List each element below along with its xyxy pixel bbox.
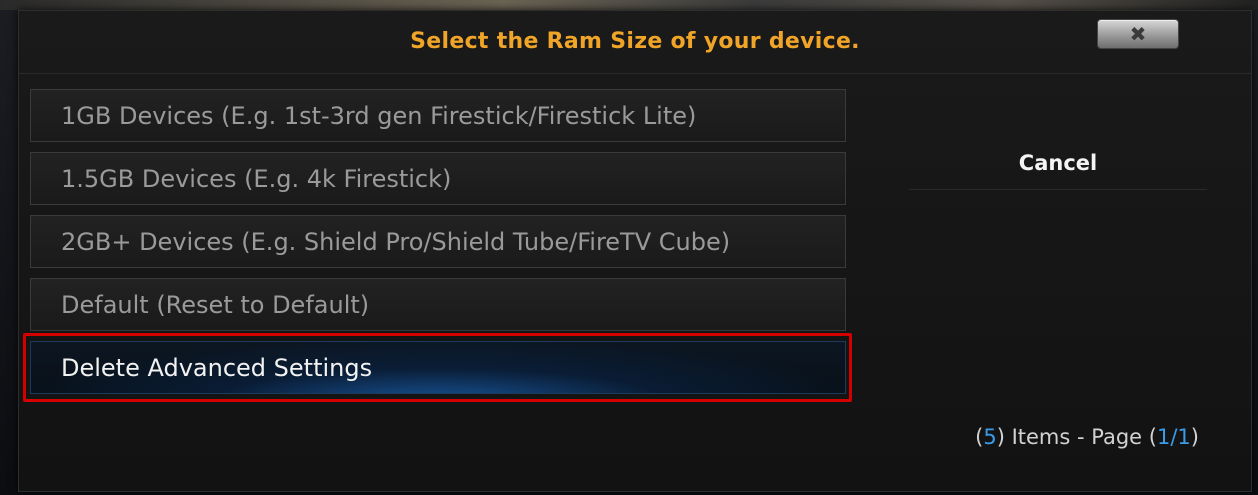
current-page: 1 xyxy=(1156,425,1171,449)
list-item-label: Default (Reset to Default) xyxy=(61,291,370,319)
dialog-title: Select the Ram Size of your device. xyxy=(410,29,860,54)
page-info-items-text: ) Items - Page ( xyxy=(996,425,1157,449)
item-count: 5 xyxy=(983,425,997,449)
selection-highlight-box xyxy=(23,333,852,402)
page-info: (5) Items - Page (1/1) xyxy=(899,425,1199,449)
total-pages: 1 xyxy=(1177,425,1191,449)
close-icon: ✖ xyxy=(1129,22,1147,46)
list-item-1gb[interactable]: 1GB Devices (E.g. 1st-3rd gen Firestick/… xyxy=(30,89,846,142)
list-item-label: 1.5GB Devices (E.g. 4k Firestick) xyxy=(61,165,452,193)
list-item-2gb-plus[interactable]: 2GB+ Devices (E.g. Shield Pro/Shield Tub… xyxy=(30,215,846,268)
dialog-header: Select the Ram Size of your device. xyxy=(19,11,1251,74)
cancel-label: Cancel xyxy=(1018,151,1098,175)
background-strip xyxy=(0,0,1258,10)
list-item-1-5gb[interactable]: 1.5GB Devices (E.g. 4k Firestick) xyxy=(30,152,846,205)
close-button[interactable]: ✖ xyxy=(1097,19,1179,49)
list-item-label: 1GB Devices (E.g. 1st-3rd gen Firestick/… xyxy=(61,102,697,130)
list-item-label: 2GB+ Devices (E.g. Shield Pro/Shield Tub… xyxy=(61,228,731,256)
list-item-default[interactable]: Default (Reset to Default) xyxy=(30,278,846,331)
ram-size-dialog: Select the Ram Size of your device. ✖ 1G… xyxy=(18,10,1252,492)
page-info-close-paren: ) xyxy=(1190,425,1199,449)
cancel-button[interactable]: Cancel xyxy=(909,141,1207,190)
